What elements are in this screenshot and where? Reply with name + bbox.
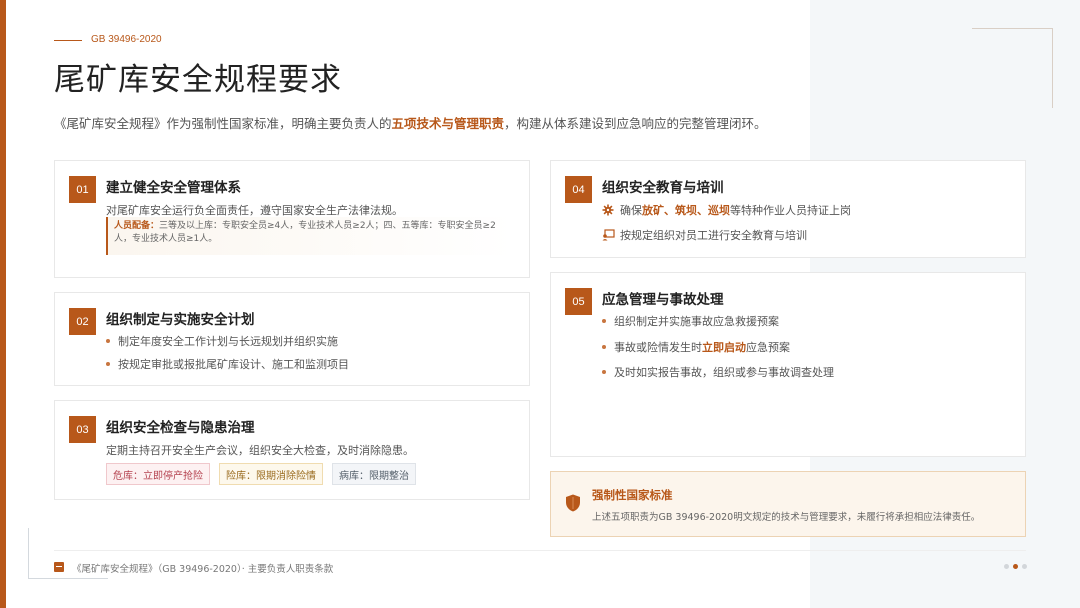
staffing-text: 三等及以上库：专职安全员≥4人，专业技术人员≥2人；四、五等库：专职安全员≥2人…: [114, 221, 496, 244]
staffing-note: 人员配备：三等及以上库：专职安全员≥4人，专业技术人员≥2人；四、五等库：专职安…: [106, 217, 514, 255]
duty-card-04: 04 组织安全教育与培训 确保 放矿、筑坝、巡坝 等特种作业人员持证上岗 按规定组织…: [550, 160, 1026, 258]
corner-decoration-top-right: [972, 28, 1052, 29]
standard-tag-line: [54, 40, 82, 41]
list-item-text: 确保: [620, 204, 642, 217]
status-badge-sick: 病库：限期整治: [332, 463, 416, 485]
callout-title: 强制性国家标准: [592, 488, 673, 502]
card-number-badge: 02: [69, 308, 96, 335]
status-badge-risk: 险库：限期消除险情: [219, 463, 323, 485]
card-title: 应急管理与事故处理: [602, 292, 724, 308]
page-dot-3[interactable]: [1022, 564, 1027, 569]
page-title: 尾矿库安全规程要求: [54, 62, 342, 98]
list-item: 按规定组织对员工进行安全教育与培训: [600, 227, 807, 243]
shield-icon: [565, 494, 581, 516]
list-item-highlight: 放矿、筑坝、巡坝: [642, 204, 730, 217]
card-title: 组织安全教育与培训: [602, 180, 724, 196]
card-number-badge: 05: [565, 288, 592, 315]
duty-card-01: 01 建立健全安全管理体系 对尾矿库安全运行负全面责任，遵守国家安全生产法律法规…: [54, 160, 530, 278]
staffing-label: 人员配备：: [114, 221, 160, 231]
bullet-dot-icon: [602, 319, 606, 323]
list-item: 事故或险情发生时 立即启动 应急预案: [602, 339, 790, 355]
footer-divider: [54, 550, 1026, 551]
corner-decoration-top-right-vertical: [1052, 28, 1053, 108]
training-icon: [600, 229, 616, 241]
list-item-text: 按规定组织对员工进行安全教育与培训: [620, 229, 807, 242]
duty-card-02: 02 组织制定与实施安全计划 制定年度安全工作计划与长远规划并组织实施 按规定审…: [54, 292, 530, 386]
page-dot-2-active[interactable]: [1013, 564, 1018, 569]
status-badge-danger: 危库：立即停产抢险: [106, 463, 210, 485]
bullet-dot-icon: [106, 339, 110, 343]
list-item-highlight: 立即启动: [702, 341, 746, 354]
card-title: 建立健全安全管理体系: [106, 180, 241, 196]
list-item-text: 事故或险情发生时: [614, 341, 702, 354]
list-item-text: 制定年度安全工作计划与长远规划并组织实施: [118, 335, 338, 348]
mandatory-standard-callout: 强制性国家标准 上述五项职责为GB 39496-2020明文规定的技术与管理要求…: [550, 471, 1026, 537]
list-item-text-end: 应急预案: [746, 341, 790, 354]
card-description: 定期主持召开安全生产会议，组织安全大检查，及时消除隐患。: [106, 444, 414, 457]
left-accent-bar: [0, 0, 6, 608]
card-title: 组织制定与实施安全计划: [106, 312, 255, 328]
corner-decoration-bottom-left-vertical: [28, 528, 29, 578]
bullet-dot-icon: [106, 362, 110, 366]
list-item: 按规定审批或报批尾矿库设计、施工和监测项目: [106, 356, 349, 372]
list-item-text: 组织制定并实施事故应急救援预案: [614, 315, 779, 328]
book-icon: [54, 562, 64, 572]
subtitle-text-end: ，构建从体系建设到应急响应的完整管理闭环。: [504, 116, 767, 131]
standard-tag: GB 39496-2020: [91, 34, 162, 45]
card-number-badge: 03: [69, 416, 96, 443]
list-item: 及时如实报告事故，组织或参与事故调查处理: [602, 364, 834, 380]
gear-icon: [600, 204, 616, 216]
page-dot-1[interactable]: [1004, 564, 1009, 569]
card-description: 对尾矿库安全运行负全面责任，遵守国家安全生产法律法规。: [106, 204, 403, 217]
list-item-text: 按规定审批或报批尾矿库设计、施工和监测项目: [118, 358, 349, 371]
list-item: 组织制定并实施事故应急救援预案: [602, 313, 779, 329]
subtitle-highlight: 五项技术与管理职责: [391, 116, 505, 131]
duty-card-05: 05 应急管理与事故处理 组织制定并实施事故应急救援预案 事故或险情发生时 立即启…: [550, 272, 1026, 457]
callout-text: 上述五项职责为GB 39496-2020明文规定的技术与管理要求，未履行将承担相…: [592, 512, 981, 523]
page-indicator: [1004, 564, 1027, 569]
bullet-dot-icon: [602, 370, 606, 374]
card-title: 组织安全检查与隐患治理: [106, 420, 255, 436]
footer-source: 《尾矿库安全规程》（GB 39496-2020）· 主要负责人职责条款: [72, 564, 334, 575]
card-number-badge: 01: [69, 176, 96, 203]
card-number-badge: 04: [565, 176, 592, 203]
corner-decoration-bottom-left: [28, 578, 108, 579]
list-item-text: 及时如实报告事故，组织或参与事故调查处理: [614, 366, 834, 379]
subtitle-text: 《尾矿库安全规程》作为强制性国家标准，明确主要负责人的: [54, 116, 392, 131]
list-item-text-end: 等特种作业人员持证上岗: [730, 204, 851, 217]
duty-card-03: 03 组织安全检查与隐患治理 定期主持召开安全生产会议，组织安全大检查，及时消除…: [54, 400, 530, 500]
bullet-dot-icon: [602, 345, 606, 349]
list-item: 确保 放矿、筑坝、巡坝 等特种作业人员持证上岗: [600, 202, 851, 218]
page-subtitle: 《尾矿库安全规程》作为强制性国家标准，明确主要负责人的五项技术与管理职责，构建从…: [54, 113, 767, 132]
list-item: 制定年度安全工作计划与长远规划并组织实施: [106, 333, 338, 349]
